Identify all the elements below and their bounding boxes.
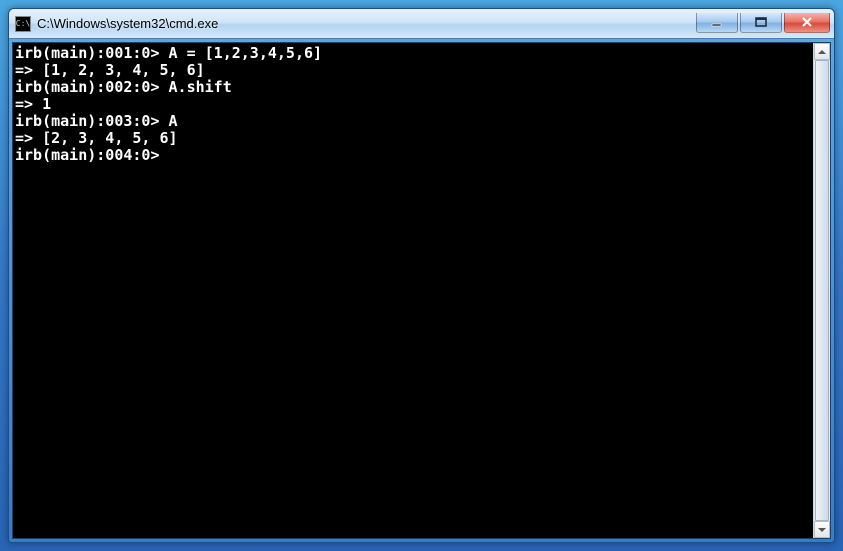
client-area: irb(main):001:0> A = [1,2,3,4,5,6] => [1…: [12, 42, 831, 539]
chevron-down-icon: [818, 528, 826, 532]
scroll-track[interactable]: [814, 60, 830, 521]
title-bar[interactable]: C:\ C:\Windows\system32\cmd.exe: [9, 9, 834, 39]
app-icon: C:\: [15, 16, 31, 32]
scroll-down-button[interactable]: [814, 521, 830, 538]
client-area-frame: irb(main):001:0> A = [1,2,3,4,5,6] => [1…: [9, 39, 834, 542]
scroll-thumb[interactable]: [815, 60, 829, 521]
maximize-button[interactable]: [740, 13, 782, 33]
vertical-scrollbar[interactable]: [813, 43, 830, 538]
chevron-up-icon: [818, 50, 826, 54]
scroll-up-button[interactable]: [814, 43, 830, 60]
minimize-button[interactable]: [696, 13, 738, 33]
close-button[interactable]: [784, 13, 830, 33]
window-title: C:\Windows\system32\cmd.exe: [37, 16, 696, 31]
window-controls: [696, 14, 830, 34]
terminal-output[interactable]: irb(main):001:0> A = [1,2,3,4,5,6] => [1…: [13, 43, 813, 538]
cmd-window: C:\ C:\Windows\system32\cmd.exe irb(main…: [8, 8, 835, 543]
